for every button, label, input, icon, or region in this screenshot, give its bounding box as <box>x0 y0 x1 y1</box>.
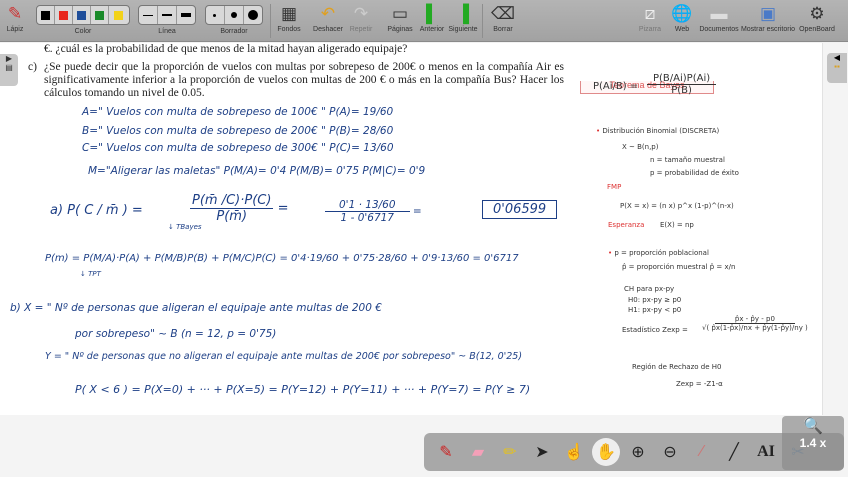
globe-icon: 🌐 <box>671 4 693 23</box>
web-button[interactable]: 🌐 Web <box>670 2 694 33</box>
monitor-icon: ▣ <box>759 4 777 23</box>
whiteboard-canvas[interactable]: Teorema de Bayes €. ¿cuál es la probabil… <box>0 43 822 415</box>
question-c-label: c) <box>28 61 37 73</box>
highlighter-icon[interactable]: ✏ <box>496 438 524 466</box>
text-tool-icon[interactable]: AI <box>752 438 780 466</box>
total-prob-line: P(m) = P(M/A)·P(A) + P(M/B)P(B) + P(M/C)… <box>45 253 519 264</box>
question-c-text: ¿Se puede decir que la proporción de vue… <box>44 61 564 99</box>
library-icon: ▪▪ <box>834 62 840 71</box>
left-palette-toggle[interactable]: ▶ ▤ <box>0 54 18 86</box>
backgrounds-icon: ▦ <box>280 4 298 23</box>
arrow-left-icon: ◀ <box>833 53 841 62</box>
selector-arrow-icon[interactable]: ➤ <box>528 438 556 466</box>
show-desktop-button[interactable]: ▣ Mostrar escritorio <box>740 2 796 33</box>
zoom-in-icon[interactable]: ⊕ <box>624 438 652 466</box>
color-swatch-1[interactable] <box>55 6 73 24</box>
pen-icon: ✎ <box>7 4 23 23</box>
documents-button[interactable]: ▬ Documentos <box>698 2 740 33</box>
def-b: B=" Vuelos con multa de sobrepeso de 200… <box>82 125 394 137</box>
tpt-note: ↓ TPT <box>80 270 101 278</box>
part-a-lhs: a) P( C / m̄ ) = <box>50 203 143 218</box>
right-palette-toggle[interactable]: ◀ ▪▪ <box>827 53 847 83</box>
color-swatch-2[interactable] <box>73 6 91 24</box>
line-tool-icon[interactable]: ╱ <box>720 438 748 466</box>
answer-a-box: 0'06599 <box>482 200 558 219</box>
eraser-size-picker[interactable]: Borrador <box>205 2 263 35</box>
eraser-small[interactable] <box>206 6 225 24</box>
zoom-out-icon[interactable]: ⊖ <box>656 438 684 466</box>
line-medium[interactable] <box>158 6 177 24</box>
openboard-menu-button[interactable]: ⚙ OpenBoard <box>797 2 837 33</box>
pages-button[interactable]: ▭ Páginas <box>385 2 415 33</box>
pen-icon[interactable]: ✎ <box>432 438 460 466</box>
def-y: Y = " Nº de personas que no aligeran el … <box>45 351 523 362</box>
def-a: A=" Vuelos con multa de sobrepeso de 100… <box>82 106 394 118</box>
folder-icon: ▬ <box>710 4 728 23</box>
zoom-magnifier-icon: 🔍 <box>803 418 823 435</box>
pen-tool-button[interactable]: ✎ Lápiz <box>4 2 26 33</box>
bayes-note: ↓ TBayes <box>168 223 202 231</box>
previous-page-button[interactable]: ▌ Anterior <box>418 2 446 33</box>
eraser-large[interactable] <box>244 6 263 24</box>
laser-pointer-icon[interactable]: ⁄ <box>688 438 716 466</box>
color-swatch-4[interactable] <box>109 6 127 24</box>
right-margin <box>822 43 848 415</box>
prob-line: P( X < 6 ) = P(X=0) + ··· + P(X=5) = P(Y… <box>75 383 531 396</box>
pan-hand-icon[interactable]: ✋ <box>592 438 620 466</box>
zoom-indicator: 🔍 1.4 x <box>782 416 844 470</box>
line-thick[interactable] <box>177 6 196 24</box>
previous-page-icon: ▌ <box>425 4 439 23</box>
board-icon: ⧄ <box>644 4 656 23</box>
page-icon: ▤ <box>5 63 13 72</box>
stylus-palette: ✎ ▰ ✏ ➤ ☝ ✋ ⊕ ⊖ ⁄ ╱ AI ✂ <box>424 433 844 471</box>
def-c: C=" Vuelos con multa de sobrepeso de 300… <box>82 142 394 154</box>
color-swatch-0[interactable] <box>37 6 55 24</box>
line-width-picker[interactable]: Línea <box>138 2 196 35</box>
board-button[interactable]: ⧄ Pizarra <box>637 2 663 33</box>
undo-icon: ↶ <box>320 4 336 23</box>
line-thin[interactable] <box>139 6 158 24</box>
undo-button[interactable]: ↶ Deshacer <box>310 2 346 33</box>
part-b-line1: b) X = " Nº de personas que aligeran el … <box>10 302 382 314</box>
part-b-line2: por sobrepeso" ~ B (n = 12, p = 0'75) <box>75 328 277 340</box>
color-swatch-3[interactable] <box>91 6 109 24</box>
redo-icon: ↷ <box>353 4 369 23</box>
add-page-icon: ▭ <box>391 4 409 23</box>
backgrounds-button[interactable]: ▦ Fondos <box>275 2 303 33</box>
redo-button[interactable]: ↷ Repetir <box>347 2 375 33</box>
eraser-icon[interactable]: ▰ <box>464 438 492 466</box>
interact-hand-icon[interactable]: ☝ <box>560 438 588 466</box>
arrow-right-icon: ▶ <box>5 54 13 63</box>
next-page-icon: ▐ <box>456 4 470 23</box>
color-picker[interactable]: Color <box>36 2 130 35</box>
eraser-medium[interactable] <box>225 6 244 24</box>
clear-button[interactable]: ⌫ Borrar <box>490 2 516 33</box>
zoom-level: 1.4 x <box>799 436 827 450</box>
gear-icon: ⚙ <box>809 4 825 23</box>
main-toolbar: ✎ Lápiz Color Línea Borrador ▦ Fondos ↶ Des… <box>0 0 848 42</box>
def-m: M="Aligerar las maletas" P(M/A)= 0'4 P(M… <box>88 165 426 177</box>
clear-board-icon: ⌫ <box>490 4 516 23</box>
printed-question-line: €. ¿cuál es la probabilidad de que menos… <box>44 43 408 55</box>
next-page-button[interactable]: ▐ Siguiente <box>448 2 478 33</box>
